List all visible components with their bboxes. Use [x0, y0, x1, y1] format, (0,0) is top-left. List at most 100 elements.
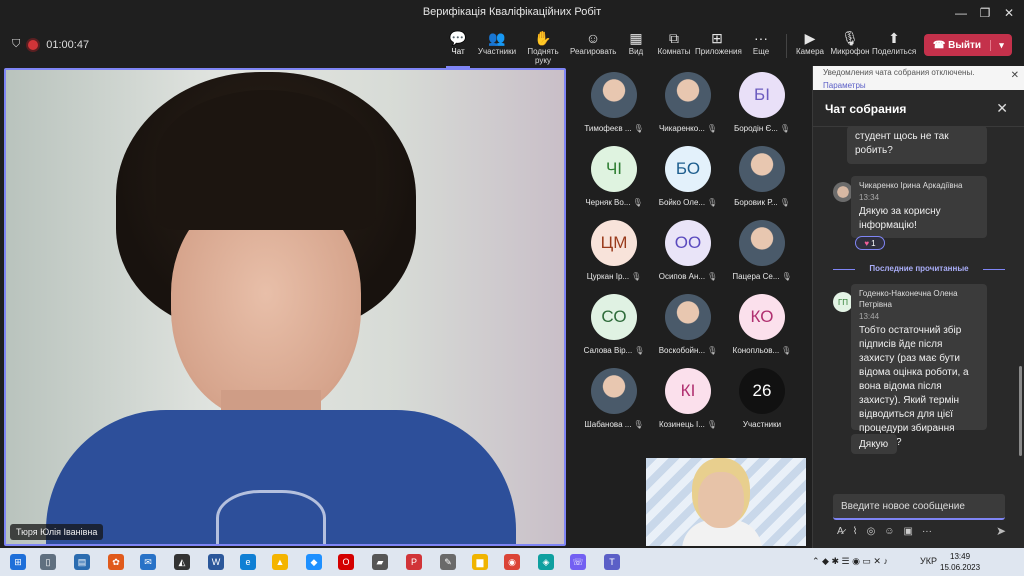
calculator-icon[interactable]: ▤: [74, 554, 90, 570]
hand-icon: ✋: [534, 30, 552, 46]
maximize-button[interactable]: ❐: [974, 3, 996, 23]
task-view-icon[interactable]: ▯: [40, 554, 56, 570]
view-button[interactable]: ▦ Вид: [622, 29, 650, 65]
mic-off-icon: 🎙: [779, 124, 791, 133]
message-input[interactable]: Введите новое сообщение: [833, 494, 1005, 520]
language-indicator[interactable]: УКР: [920, 556, 937, 566]
participant-tile[interactable]: ЧІ Черняк Во... 🎙: [578, 146, 650, 207]
participant-tile[interactable]: БО Бойко Оле... 🎙: [652, 146, 724, 207]
react-button[interactable]: ☺ Реагировать: [570, 29, 616, 65]
send-icon[interactable]: ➤: [996, 524, 1006, 538]
apps-button[interactable]: ⊞ Приложения: [695, 29, 742, 65]
smile-icon: ☺: [585, 30, 601, 46]
shield-icon: ⛉: [12, 38, 21, 50]
loop-icon[interactable]: ◎: [867, 526, 876, 537]
notes-icon[interactable]: ✎: [440, 554, 456, 570]
participant-name: Бородін Є... 🎙: [733, 124, 791, 133]
app-icon[interactable]: ◭: [174, 554, 190, 570]
avatar: КО: [739, 294, 785, 340]
reaction-badge[interactable]: ♥ 1: [855, 236, 885, 250]
word-icon[interactable]: W: [208, 554, 224, 570]
format-icon[interactable]: A̷: [837, 526, 844, 537]
mic-off-icon: 🎙: [633, 420, 644, 429]
recording-icon: [28, 39, 39, 50]
participant-tile[interactable]: ЦМ Цуркан Ір... 🎙: [578, 220, 650, 281]
participant-tile[interactable]: КО Конопльов... 🎙: [726, 294, 798, 355]
settings-link[interactable]: Параметры: [823, 81, 1015, 90]
participant-tile[interactable]: Чикаренко... 🎙: [652, 72, 724, 133]
participant-tile[interactable]: Воскобойн... 🎙: [652, 294, 724, 355]
toolbar-divider: [786, 34, 787, 58]
avatar: [665, 72, 711, 118]
camera-button[interactable]: ▶ Камера: [794, 29, 826, 65]
mic-off-icon: 🎙: [707, 346, 718, 355]
app-icon[interactable]: ◈: [538, 554, 554, 570]
more-icon[interactable]: ···: [922, 526, 932, 537]
attach-icon[interactable]: ⌇: [853, 526, 858, 537]
avatar: [591, 368, 637, 414]
participant-name: Цуркан Ір... 🎙: [586, 272, 642, 281]
participant-tile[interactable]: Боровик Р... 🎙: [726, 146, 798, 207]
more-button[interactable]: ··· Еще: [748, 29, 774, 65]
close-chat-icon[interactable]: ✕: [996, 100, 1008, 117]
participant-tile[interactable]: Пацера Се... 🎙: [726, 220, 798, 281]
chevron-down-icon[interactable]: ▾: [990, 39, 1012, 51]
chat-button[interactable]: 💬 Чат: [444, 29, 472, 68]
emoji-icon[interactable]: ☺: [884, 526, 894, 537]
microphone-button[interactable]: 🎙 Микрофон: [830, 29, 870, 65]
participant-tile[interactable]: ОО Осипов Ан... 🎙: [652, 220, 724, 281]
app-icon[interactable]: ▰: [372, 554, 388, 570]
more-icon: ···: [754, 30, 768, 46]
share-icon: ⬆: [888, 30, 900, 46]
last-read-divider: Последние прочитанные: [833, 264, 1005, 273]
leave-button[interactable]: ☎ Выйти ▾: [924, 34, 1012, 56]
speaker-video[interactable]: Тюря Юлія Іванівна: [4, 68, 566, 546]
rooms-button[interactable]: ⧉ Комнаты: [655, 29, 693, 65]
chat-message: Дякую: [851, 434, 897, 454]
share-button[interactable]: ⬆ Поделиться: [872, 29, 916, 65]
participant-name: Участники: [742, 420, 782, 429]
chat-scrollbar[interactable]: [1019, 366, 1022, 456]
window-title: Верифікація Кваліфікаційних Робіт: [422, 6, 602, 18]
participant-tile[interactable]: БІ Бородін Є... 🎙: [726, 72, 798, 133]
close-notice-icon[interactable]: ✕: [1011, 70, 1019, 81]
chrome-icon[interactable]: ◉: [504, 554, 520, 570]
grid-icon: ▦: [629, 30, 643, 46]
raise-hand-button[interactable]: ✋ Поднять руку: [519, 29, 567, 65]
mic-off-icon: 🎙: [632, 198, 643, 207]
pdf-icon[interactable]: P: [406, 554, 422, 570]
avatar: БО: [665, 146, 711, 192]
participants-button[interactable]: 👥 Участники: [477, 29, 517, 65]
self-view-video[interactable]: [646, 458, 806, 546]
participant-tile[interactable]: Тимофеєв ... 🎙: [578, 72, 650, 133]
minimize-button[interactable]: —: [950, 3, 972, 23]
tray-icons[interactable]: ⌃ ◆ ✱ ☰ ◉ ▭ ✕ ♪: [812, 556, 888, 567]
mail-icon[interactable]: ✉: [140, 554, 156, 570]
title-bar: Верифікація Кваліфікаційних Робіт — ❐ ✕: [0, 0, 1024, 26]
avatar: [665, 294, 711, 340]
app-icon[interactable]: ◆: [306, 554, 322, 570]
drive-icon[interactable]: ▲: [272, 554, 288, 570]
folder-icon[interactable]: ▆: [472, 554, 488, 570]
participant-tile[interactable]: Шабанова ... 🎙: [578, 368, 650, 429]
avatar: ЦМ: [591, 220, 637, 266]
windows-start-icon[interactable]: ⊞: [10, 554, 26, 570]
teams-icon[interactable]: T: [604, 554, 620, 570]
participant-name: Салова Вір... 🎙: [583, 346, 645, 355]
rooms-icon: ⧉: [669, 30, 679, 46]
edge-icon[interactable]: e: [240, 554, 256, 570]
settings-icon[interactable]: ✿: [108, 554, 124, 570]
chat-panel: Уведомления чата собрания отключены. Пар…: [812, 66, 1024, 548]
participant-tile[interactable]: КІ Козинець І... 🎙: [652, 368, 724, 429]
participant-tile[interactable]: СО Салова Вір... 🎙: [578, 294, 650, 355]
participant-tile[interactable]: 26 Участники: [726, 368, 798, 429]
gif-icon[interactable]: ▣: [904, 526, 913, 537]
opera-icon[interactable]: O: [338, 554, 354, 570]
viber-icon[interactable]: ☏: [570, 554, 586, 570]
avatar: СО: [591, 294, 637, 340]
clock[interactable]: 13:49 15.06.2023: [940, 551, 980, 573]
participant-name: Черняк Во... 🎙: [585, 198, 643, 207]
mic-off-icon: 🎙: [633, 124, 644, 133]
close-window-button[interactable]: ✕: [998, 3, 1020, 23]
avatar: [739, 146, 785, 192]
